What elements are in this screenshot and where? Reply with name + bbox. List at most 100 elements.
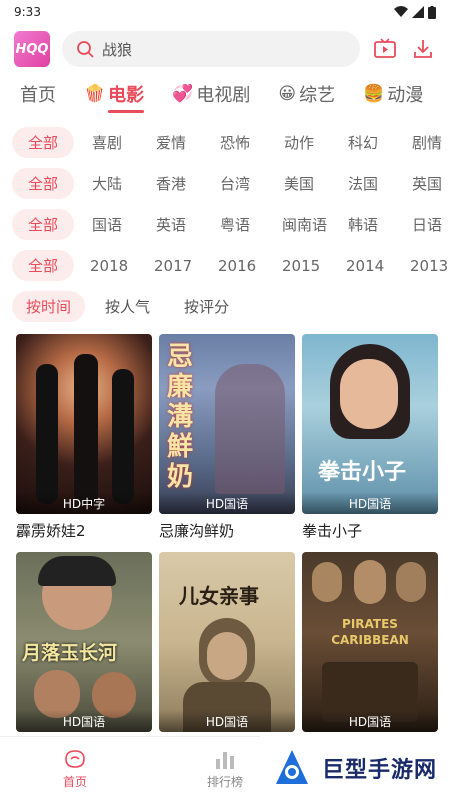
burger-icon: 🍔 (363, 84, 385, 104)
filter-chip[interactable]: 全部 (12, 209, 74, 240)
filter-chip[interactable]: 全部 (12, 250, 74, 281)
filter-chip[interactable]: 2018 (76, 252, 138, 280)
filter-chip[interactable]: 国语 (76, 209, 138, 240)
filter-chip[interactable]: 动作 (268, 127, 330, 158)
watermark: 巨型手游网 (260, 736, 450, 800)
filter-chip[interactable]: 法国 (332, 168, 394, 199)
nav-ranking[interactable]: 排行榜 (190, 747, 260, 790)
quality-badge: HD国语 (159, 710, 295, 732)
nav-home[interactable]: 首页 (40, 747, 110, 790)
filter-chip[interactable]: 爱情 (140, 127, 202, 158)
filter-chip[interactable]: 喜剧 (76, 127, 138, 158)
filter-chip[interactable]: 大陆 (76, 168, 138, 199)
tv-history-icon (374, 38, 396, 58)
movie-poster[interactable]: HD中字 (16, 334, 152, 514)
filter-chip[interactable]: 剧情 (396, 127, 450, 158)
tab-variety[interactable]: 😀 综艺 (278, 81, 335, 107)
filter-chip[interactable]: 2013 (396, 252, 450, 280)
tab-tv[interactable]: 💞 电视剧 (172, 81, 250, 107)
tab-movies[interactable]: 🍿 电影 (84, 81, 145, 113)
movie-card[interactable]: PIRATES CARIBBEAN HD国语 (302, 552, 438, 732)
filter-chip[interactable]: 2015 (268, 252, 330, 280)
movie-card[interactable]: HD中字 霹雳娇娃2 (16, 334, 152, 540)
genre-filter-row: 全部 喜剧 爱情 恐怖 动作 科幻 剧情 (0, 122, 450, 163)
movie-poster[interactable]: 忌廉溝鮮奶 HD国语 (159, 334, 295, 514)
download-icon (414, 40, 432, 58)
app-logo[interactable]: HQQ (14, 31, 50, 67)
filter-chip[interactable]: 美国 (268, 168, 330, 199)
sort-by-time[interactable]: 按时间 (12, 290, 86, 322)
tab-label: 综艺 (299, 85, 336, 106)
download-button[interactable] (410, 36, 436, 62)
movie-poster[interactable]: 儿女亲事 HD国语 (159, 552, 295, 732)
filter-chip[interactable]: 2017 (140, 252, 202, 280)
tab-home[interactable]: 首页 (20, 81, 56, 107)
tab-label: 电视剧 (196, 85, 251, 106)
status-icons (394, 5, 436, 19)
filter-chip[interactable]: 粤语 (204, 209, 266, 240)
poster-title: 拳击小子 (318, 460, 407, 485)
home-icon (65, 750, 85, 768)
filter-chip[interactable]: 台湾 (204, 168, 266, 199)
language-filter-row: 全部 国语 英语 粤语 闽南语 韩语 日语 (0, 204, 450, 245)
smile-icon: 😀 (278, 84, 297, 104)
filter-chip[interactable]: 英国 (396, 168, 450, 199)
popcorn-icon: 🍿 (84, 84, 106, 104)
region-filter-row: 全部 大陆 香港 台湾 美国 法国 英国 (0, 163, 450, 204)
tab-label: 电影 (108, 85, 145, 106)
filter-chip[interactable]: 韩语 (332, 209, 394, 240)
filter-chip[interactable]: 全部 (12, 127, 74, 158)
filter-chip[interactable]: 全部 (12, 168, 74, 199)
battery-icon (428, 5, 436, 19)
history-button[interactable] (372, 36, 398, 62)
movie-title: 忌廉沟鲜奶 (159, 522, 235, 540)
filter-chip[interactable]: 2016 (204, 252, 266, 280)
tab-anime[interactable]: 🍔 动漫 (363, 81, 423, 107)
poster-title: 忌廉溝鮮奶 (167, 342, 194, 492)
poster-title: 月落玉长河 (22, 642, 118, 664)
filter-panel: 全部 喜剧 爱情 恐怖 动作 科幻 剧情 全部 大陆 香港 台湾 美国 法国 英… (0, 122, 450, 326)
movie-poster[interactable]: 月落玉长河 HD国语 (16, 552, 152, 732)
watermark-text: 巨型手游网 (322, 758, 438, 783)
filter-chip[interactable]: 香港 (140, 168, 202, 199)
search-bar[interactable]: 战狼 (62, 31, 360, 67)
filter-chip[interactable]: 恐怖 (204, 127, 266, 158)
sort-by-rating[interactable]: 按评分 (170, 291, 243, 322)
wifi-icon (394, 6, 408, 17)
tab-label: 动漫 (387, 85, 424, 106)
movie-poster[interactable]: 拳击小子 HD国语 (302, 334, 438, 514)
status-time: 9:33 (14, 5, 41, 19)
poster-title: PIRATES CARIBBEAN (331, 617, 409, 647)
search-text: 战狼 (102, 40, 133, 59)
hearts-icon: 💞 (172, 84, 194, 104)
movie-card[interactable]: 月落玉长河 HD国语 (16, 552, 152, 732)
filter-chip[interactable]: 科幻 (332, 127, 394, 158)
search-icon (77, 41, 94, 58)
quality-badge: HD国语 (302, 710, 438, 732)
watermark-logo-icon (276, 750, 308, 784)
quality-badge: HD国语 (16, 710, 152, 732)
quality-badge: HD国语 (302, 492, 438, 514)
quality-badge: HD中字 (16, 492, 152, 514)
movie-poster[interactable]: PIRATES CARIBBEAN HD国语 (302, 552, 438, 732)
movie-title: 霹雳娇娃2 (16, 522, 86, 540)
movie-card[interactable]: 忌廉溝鮮奶 HD国语 忌廉沟鲜奶 (159, 334, 295, 540)
movie-card[interactable]: 拳击小子 HD国语 拳击小子 (302, 334, 438, 540)
poster-title: 儿女亲事 (179, 584, 259, 608)
movie-card[interactable]: 儿女亲事 HD国语 (159, 552, 295, 732)
sort-by-popularity[interactable]: 按人气 (91, 291, 164, 322)
year-filter-row: 全部 2018 2017 2016 2015 2014 2013 (0, 245, 450, 286)
filter-chip[interactable]: 日语 (396, 209, 450, 240)
category-tabs: 首页 🍿 电影 💞 电视剧 😀 综艺 🍔 动漫 (0, 74, 450, 114)
sort-row: 按时间 按人气 按评分 (0, 286, 450, 326)
bar-chart-icon (216, 752, 234, 769)
filter-chip[interactable]: 闽南语 (268, 209, 330, 240)
filter-chip[interactable]: 2014 (332, 252, 394, 280)
status-bar: 9:33 (0, 0, 450, 24)
movie-title: 拳击小子 (302, 522, 363, 540)
quality-badge: HD国语 (159, 492, 295, 514)
nav-label: 首页 (62, 775, 87, 789)
tab-label: 首页 (20, 85, 56, 106)
filter-chip[interactable]: 英语 (140, 209, 202, 240)
signal-icon (412, 6, 424, 18)
